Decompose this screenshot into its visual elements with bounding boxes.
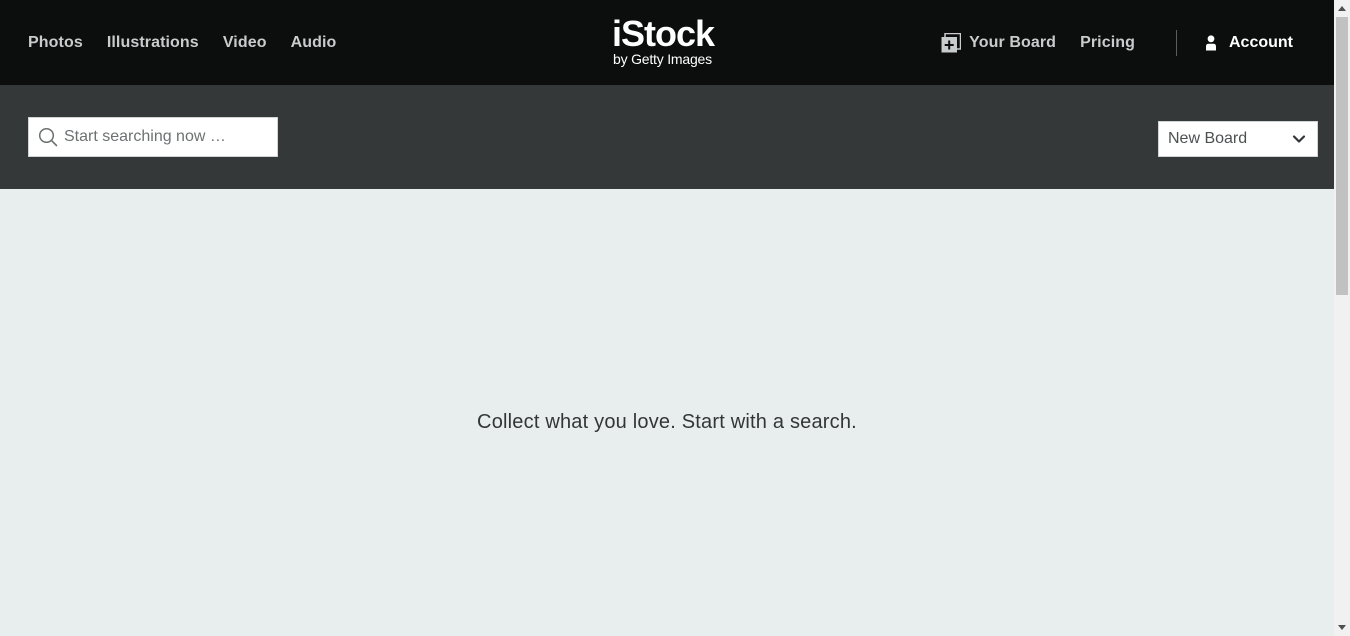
page: Photos Illustrations Video Audio iStock … [0,0,1350,636]
search-box[interactable] [28,117,278,157]
board-select[interactable]: New Board [1158,121,1318,157]
top-navigation: Photos Illustrations Video Audio iStock … [0,0,1334,85]
account-link[interactable]: Account [1204,34,1293,52]
scrollbar-thumb[interactable] [1336,17,1348,295]
nav-right: Your Board Pricing Account [941,0,1293,85]
nav-link-audio[interactable]: Audio [291,34,337,52]
your-board-link[interactable]: Your Board [941,32,1057,53]
logo-tagline: by Getty Images [613,51,712,67]
scroll-down-arrow-icon[interactable] [1334,619,1350,636]
person-icon [1204,34,1218,51]
search-icon [38,127,58,147]
board-add-icon [941,32,962,53]
nav-divider [1176,29,1177,56]
nav-link-illustrations[interactable]: Illustrations [107,34,199,52]
search-input[interactable] [64,128,264,146]
board-content: Collect what you love. Start with a sear… [0,189,1334,636]
your-board-label: Your Board [969,33,1057,51]
istock-logo[interactable]: iStock by Getty Images [612,14,724,70]
chevron-down-icon [1292,132,1306,146]
board-toolbar: New Board [0,85,1334,189]
scroll-up-arrow-icon[interactable] [1334,0,1350,17]
nav-link-photos[interactable]: Photos [28,34,83,52]
empty-state-message: Collect what you love. Start with a sear… [477,411,857,433]
nav-link-video[interactable]: Video [223,34,267,52]
vertical-scrollbar[interactable] [1334,0,1350,636]
nav-left: Photos Illustrations Video Audio [28,0,360,85]
logo-wordmark: iStock [612,13,715,54]
board-select-value: New Board [1168,130,1248,147]
nav-link-pricing[interactable]: Pricing [1080,34,1135,52]
account-label: Account [1229,33,1293,51]
